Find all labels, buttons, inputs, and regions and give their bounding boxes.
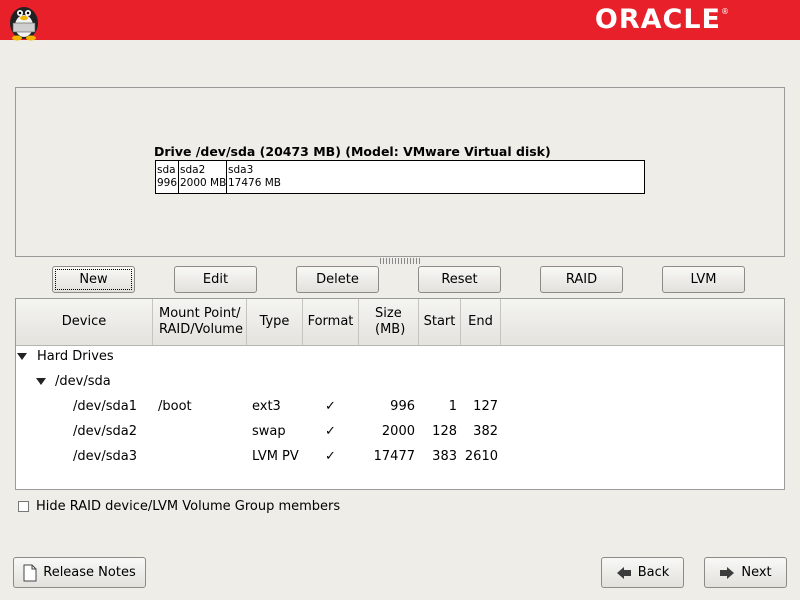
pane-resize-handle[interactable] xyxy=(380,258,420,264)
drive-title: Drive /dev/sda (20473 MB) (Model: VMware… xyxy=(154,144,551,159)
table-header: Device Mount Point/ RAID/Volume Type For… xyxy=(16,299,784,346)
expander-down-icon[interactable] xyxy=(36,378,46,385)
drive-graph-panel: Drive /dev/sda (20473 MB) (Model: VMware… xyxy=(15,87,785,257)
format-check-icon: ✓ xyxy=(325,399,336,414)
arrow-right-icon xyxy=(720,566,735,579)
partition-table: Device Mount Point/ RAID/Volume Type For… xyxy=(15,298,785,490)
column-header-size[interactable]: Size (MB) xyxy=(359,299,419,345)
column-header-format[interactable]: Format xyxy=(303,299,359,345)
next-button[interactable]: Next xyxy=(704,557,787,588)
edit-button[interactable]: Edit xyxy=(174,266,257,293)
partition-block-sda3[interactable]: sda3 17476 MB xyxy=(227,161,644,193)
column-header-start[interactable]: Start xyxy=(419,299,461,345)
column-header-type[interactable]: Type xyxy=(247,299,303,345)
column-header-device[interactable]: Device xyxy=(16,299,153,345)
back-button[interactable]: Back xyxy=(601,557,684,588)
column-header-end[interactable]: End xyxy=(461,299,501,345)
oracle-logo: ORACLE® xyxy=(594,4,730,35)
header-bar: ORACLE® xyxy=(0,0,800,41)
expander-down-icon[interactable] xyxy=(17,353,27,360)
format-check-icon: ✓ xyxy=(325,449,336,464)
reset-button[interactable]: Reset xyxy=(418,266,501,293)
table-row[interactable]: /dev/sda3 LVM PV ✓ 17477 383 2610 xyxy=(16,445,784,470)
lvm-button[interactable]: LVM xyxy=(662,266,745,293)
format-check-icon: ✓ xyxy=(325,424,336,439)
new-button[interactable]: New xyxy=(52,266,135,293)
drive-partition-bar: sda 996 sda2 2000 MB sda3 17476 MB xyxy=(155,160,645,194)
hide-members-checkbox[interactable] xyxy=(18,501,29,512)
partition-block-sda2[interactable]: sda2 2000 MB xyxy=(179,161,227,193)
tree-row-dev-sda[interactable]: /dev/sda xyxy=(16,370,784,395)
arrow-left-icon xyxy=(616,566,631,579)
tux-penguin-icon xyxy=(10,7,38,41)
tree-row-hard-drives[interactable]: Hard Drives xyxy=(16,345,784,370)
release-notes-button[interactable]: Release Notes xyxy=(13,557,146,588)
column-header-mount-point[interactable]: Mount Point/ RAID/Volume xyxy=(153,299,247,345)
table-row[interactable]: /dev/sda1 /boot ext3 ✓ 996 1 127 xyxy=(16,395,784,420)
hide-members-label[interactable]: Hide RAID device/LVM Volume Group member… xyxy=(36,499,340,514)
document-icon xyxy=(23,564,37,581)
partition-block-sda1[interactable]: sda 996 xyxy=(156,161,179,193)
delete-button[interactable]: Delete xyxy=(296,266,379,293)
raid-button[interactable]: RAID xyxy=(540,266,623,293)
table-row[interactable]: /dev/sda2 swap ✓ 2000 128 382 xyxy=(16,420,784,445)
